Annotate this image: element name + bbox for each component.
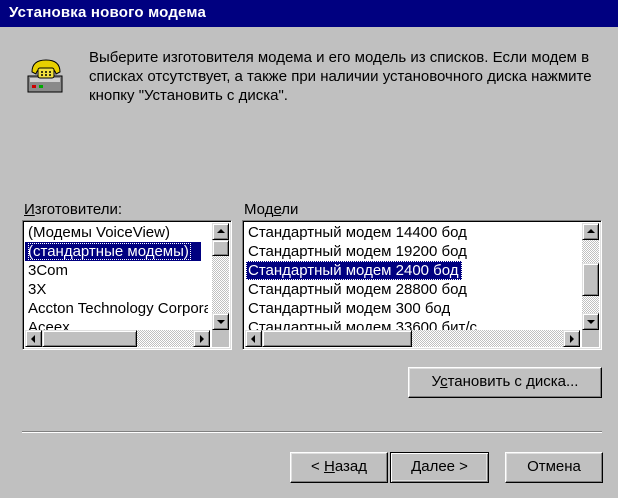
list-item-label: 3Com (28, 262, 69, 279)
list-item[interactable]: 3X (25, 280, 208, 299)
scroll-thumb[interactable] (262, 330, 412, 347)
arrow-left-icon (251, 335, 255, 343)
scroll-thumb[interactable] (582, 263, 599, 296)
back-mnemonic: Н (323, 458, 335, 475)
back-button[interactable]: < Назад (290, 452, 388, 483)
list-item[interactable]: 3Com (25, 261, 208, 280)
scroll-right-button[interactable] (193, 330, 210, 347)
scroll-down-button[interactable] (212, 313, 229, 330)
list-item[interactable]: Aceex (25, 318, 208, 330)
arrow-right-icon (200, 335, 204, 343)
manufacturers-label: Изготовители: (24, 201, 122, 218)
install-from-disk-label-rest: тановить с диска... (447, 373, 579, 390)
separator-highlight (22, 432, 602, 433)
list-item[interactable]: Стандартный модем 33600 бит/с (245, 318, 578, 330)
scroll-up-button[interactable] (212, 223, 229, 240)
arrow-up-icon (217, 229, 225, 233)
manufacturers-vscrollbar[interactable] (212, 223, 229, 330)
models-vscrollbar[interactable] (582, 223, 599, 330)
arrow-left-icon (31, 335, 35, 343)
models-label-start: Мод (244, 201, 274, 218)
list-item-label: Стандартный модем 2400 бод (246, 261, 462, 280)
models-hscrollbar[interactable] (245, 330, 580, 347)
scroll-right-button[interactable] (563, 330, 580, 347)
list-item[interactable]: Стандартный модем 19200 бод (245, 242, 578, 261)
list-item-label: (стандартные модемы) (28, 243, 191, 260)
arrow-right-icon (570, 335, 574, 343)
scroll-left-button[interactable] (245, 330, 262, 347)
next-button[interactable]: Далее > (390, 452, 489, 483)
list-item-label: Стандартный модем 300 бод (248, 300, 451, 317)
scroll-up-button[interactable] (582, 223, 599, 240)
scroll-thumb[interactable] (42, 330, 137, 347)
install-from-disk-mnemonic: с (440, 373, 448, 390)
list-item[interactable]: Стандартный модем 300 бод (245, 299, 578, 318)
list-item[interactable]: Стандартный модем 28800 бод (245, 280, 578, 299)
list-item-selected[interactable]: (стандартные модемы) (25, 242, 201, 261)
list-item-label: Стандартный модем 19200 бод (248, 243, 467, 260)
list-item-label: Accton Technology Corporation (28, 300, 208, 317)
manufacturers-label-text: зготовители: (34, 201, 123, 218)
models-items: Стандартный модем 14400 бод Стандартный … (245, 223, 578, 330)
scroll-down-button[interactable] (582, 313, 599, 330)
scroll-corner (582, 330, 599, 347)
list-item-label: Aceex (28, 319, 70, 330)
list-item-label: 3X (28, 281, 47, 298)
manufacturers-items: (Модемы VoiceView) (стандартные модемы) … (25, 223, 208, 330)
arrow-down-icon (217, 320, 225, 324)
list-item-label: Стандартный модем 28800 бод (248, 281, 467, 298)
list-item-label: Стандартный модем 33600 бит/с (248, 319, 478, 330)
manufacturers-list[interactable]: (Модемы VoiceView) (стандартные модемы) … (22, 220, 232, 350)
install-from-disk-button[interactable]: Установить с диска... (408, 367, 602, 398)
arrow-up-icon (587, 229, 595, 233)
models-list[interactable]: Стандартный модем 14400 бод Стандартный … (242, 220, 602, 350)
list-item[interactable]: Accton Technology Corporation (25, 299, 208, 318)
scroll-corner (212, 330, 229, 347)
back-arrow: < (311, 458, 324, 475)
list-item-selected[interactable]: Стандартный модем 2400 бод (245, 261, 578, 280)
window-title: Установка нового модема (0, 0, 618, 27)
scroll-left-button[interactable] (25, 330, 42, 347)
list-item[interactable]: Стандартный модем 14400 бод (245, 223, 578, 242)
list-item[interactable]: (Модемы VoiceView) (25, 223, 208, 242)
manufacturers-hscrollbar[interactable] (25, 330, 210, 347)
list-item-label: Стандартный модем 14400 бод (248, 224, 467, 241)
back-label-rest: азад (334, 458, 367, 475)
intro-text: Выберите изготовителя модема и его модел… (89, 49, 592, 104)
scroll-thumb[interactable] (212, 240, 229, 256)
phone-modem-icon (27, 59, 63, 93)
cancel-button[interactable]: Отмена (505, 452, 603, 483)
arrow-down-icon (587, 320, 595, 324)
install-from-disk-label-start: У (431, 373, 441, 390)
manufacturers-label-mnemonic: И (24, 201, 35, 218)
models-label-rest: ли (281, 201, 299, 218)
models-label: Модели (244, 201, 298, 218)
list-item-label: (Модемы VoiceView) (28, 224, 170, 241)
